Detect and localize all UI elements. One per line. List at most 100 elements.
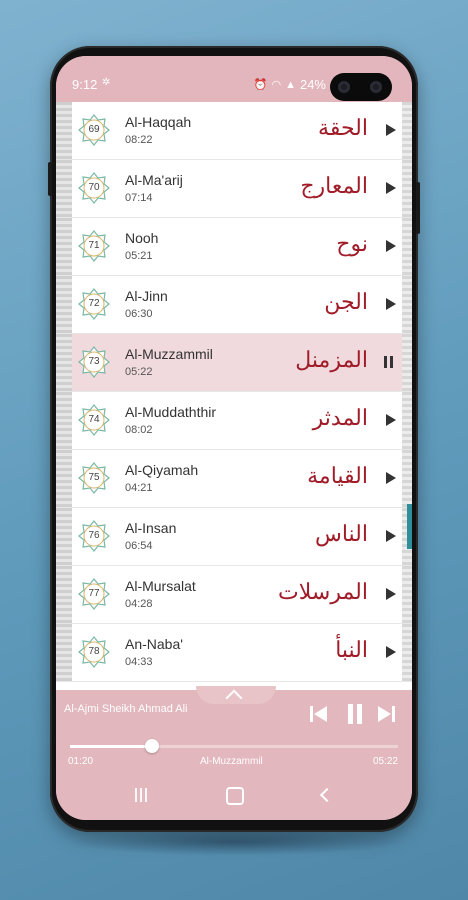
surah-list[interactable]: 69 Al-Haqqah 08:22 الحقة 70 Al-Ma'arij 07:14 ال… — [56, 102, 412, 690]
surah-duration: 04:28 — [125, 598, 153, 610]
status-indicators: ⏰ ◠ ▲ 24% — [254, 77, 326, 92]
ornament-left — [56, 450, 72, 507]
surah-name: Al-Muzzammil — [125, 346, 213, 362]
skip-next-icon[interactable] — [378, 704, 398, 724]
ornament-right — [402, 102, 412, 159]
surah-row[interactable]: 72 Al-Jinn 06:30 الجن — [56, 276, 412, 334]
scroll-indicator[interactable] — [407, 504, 412, 549]
surah-row[interactable]: 70 Al-Ma'arij 07:14 المعارج — [56, 160, 412, 218]
surah-name: Al-Jinn — [125, 288, 168, 304]
surah-row[interactable]: 78 An-Naba' 04:33 النبأ — [56, 624, 412, 682]
play-icon[interactable] — [384, 528, 398, 544]
surah-number: 76 — [88, 530, 100, 541]
ornament-left — [56, 334, 72, 391]
surah-arabic-name: النبأ — [335, 638, 368, 663]
home-icon[interactable] — [226, 787, 244, 805]
play-icon[interactable] — [384, 296, 398, 312]
surah-arabic-name: الحقة — [318, 116, 368, 141]
phone-side-button — [416, 182, 420, 234]
front-camera — [330, 73, 392, 101]
ornament-right — [402, 218, 412, 275]
surah-duration: 08:02 — [125, 424, 153, 436]
ornament-left — [56, 218, 72, 275]
ornament-right — [402, 624, 412, 681]
ornament-right — [402, 276, 412, 333]
ornament-left — [56, 392, 72, 449]
status-bar: 9:12 ✲ ⏰ ◠ ▲ 24% — [56, 56, 412, 102]
surah-row[interactable]: 74 Al-Muddaththir 08:02 المدثر — [56, 392, 412, 450]
ornament-left — [56, 566, 72, 623]
status-time: 9:12 — [72, 77, 98, 92]
surah-duration: 07:14 — [125, 192, 153, 204]
surah-arabic-name: نوح — [336, 232, 368, 257]
surah-name: Al-Insan — [125, 520, 177, 536]
surah-number-badge: 71 — [78, 230, 110, 262]
surah-number-badge: 77 — [78, 578, 110, 610]
surah-number-badge: 70 — [78, 172, 110, 204]
surah-number: 75 — [88, 472, 100, 483]
surah-name: Al-Mursalat — [125, 578, 196, 594]
play-icon[interactable] — [384, 644, 398, 660]
settings-status-icon: ✲ — [102, 77, 111, 88]
ornament-right — [402, 566, 412, 623]
surah-arabic-name: المعارج — [300, 174, 368, 199]
ornament-left — [56, 276, 72, 333]
surah-number-badge: 72 — [78, 288, 110, 320]
surah-row[interactable]: 76 Al-Insan 06:54 الناس — [56, 508, 412, 566]
ornament-right — [402, 160, 412, 217]
surah-number-badge: 74 — [78, 404, 110, 436]
surah-row[interactable]: 69 Al-Haqqah 08:22 الحقة — [56, 102, 412, 160]
battery-level: 24% — [299, 77, 326, 92]
surah-duration: 05:22 — [125, 366, 153, 378]
surah-arabic-name: المزمنل — [295, 348, 368, 373]
seek-bar[interactable] — [70, 739, 398, 753]
surah-number: 72 — [88, 298, 100, 309]
recent-apps-icon[interactable] — [134, 788, 148, 802]
surah-duration: 06:54 — [125, 540, 153, 552]
surah-number: 71 — [88, 240, 100, 251]
play-icon[interactable] — [384, 122, 398, 138]
surah-number: 74 — [88, 414, 100, 425]
play-icon[interactable] — [384, 470, 398, 486]
surah-arabic-name: القيامة — [307, 464, 368, 489]
seek-bar-progress — [70, 745, 152, 748]
pause-icon[interactable] — [384, 354, 398, 370]
surah-name: Al-Muddaththir — [125, 404, 217, 420]
surah-row[interactable]: 77 Al-Mursalat 04:28 المرسلات — [56, 566, 412, 624]
skip-previous-icon[interactable] — [310, 704, 330, 724]
surah-arabic-name: الجن — [324, 290, 368, 315]
surah-number: 69 — [88, 124, 100, 135]
play-icon[interactable] — [384, 180, 398, 196]
surah-number: 73 — [88, 356, 100, 367]
phone-screen: 9:12 ✲ ⏰ ◠ ▲ 24% 69 Al-Haqqah 08:22 الحقة 70… — [56, 56, 412, 820]
play-icon[interactable] — [384, 238, 398, 254]
surah-duration: 04:21 — [125, 482, 153, 494]
surah-number-badge: 75 — [78, 462, 110, 494]
play-icon[interactable] — [384, 412, 398, 428]
pause-icon[interactable] — [345, 704, 365, 724]
surah-row[interactable]: 75 Al-Qiyamah 04:21 القيامة — [56, 450, 412, 508]
surah-name: Al-Qiyamah — [125, 462, 199, 478]
play-icon[interactable] — [384, 586, 398, 602]
seek-thumb[interactable] — [145, 739, 159, 753]
surah-duration: 08:22 — [125, 134, 153, 146]
surah-name: Al-Haqqah — [125, 114, 192, 130]
surah-number: 70 — [88, 182, 100, 193]
surah-duration: 05:21 — [125, 250, 153, 262]
surah-number-badge: 69 — [78, 114, 110, 146]
surah-arabic-name: المدثر — [312, 406, 368, 431]
reciter-name: Al-Ajmi Sheikh Ahmad Ali — [64, 703, 188, 715]
camera-lens — [338, 81, 350, 93]
ornament-right — [402, 334, 412, 391]
wifi-icon: ◠ — [271, 79, 282, 91]
total-time: 05:22 — [372, 756, 398, 767]
surah-row[interactable]: 71 Nooh 05:21 نوح — [56, 218, 412, 276]
ornament-left — [56, 624, 72, 681]
surah-number: 77 — [88, 588, 100, 599]
surah-name: Al-Ma'arij — [125, 172, 183, 188]
surah-number-badge: 78 — [78, 636, 110, 668]
surah-row[interactable]: 73 Al-Muzzammil 05:22 المزمنل — [56, 334, 412, 392]
back-icon[interactable] — [319, 787, 335, 803]
alarm-icon: ⏰ — [253, 79, 268, 91]
surah-duration: 06:30 — [125, 308, 153, 320]
